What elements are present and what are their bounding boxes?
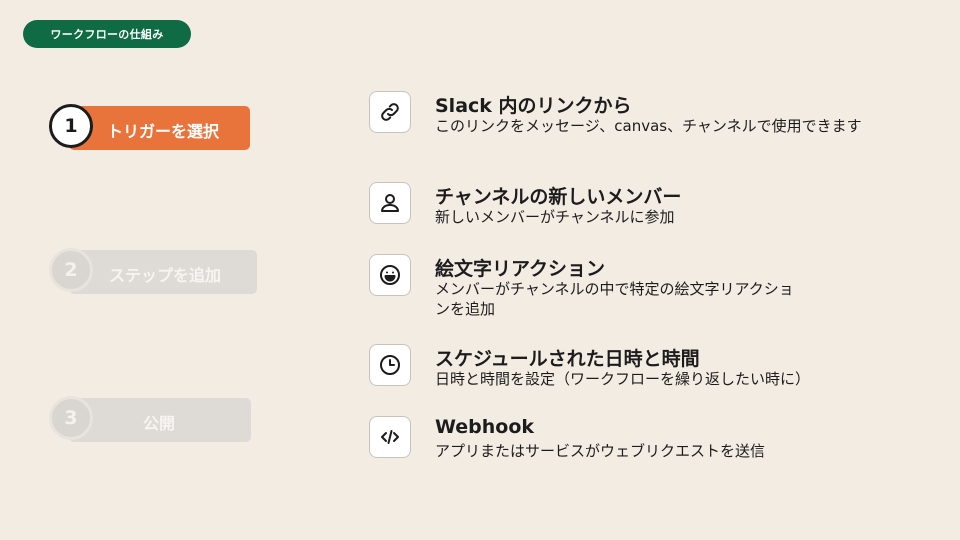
step-1-select-trigger[interactable]: 1 トリガーを選択 [49, 104, 250, 152]
emoji-icon [369, 254, 411, 296]
step-2-number: 2 [49, 248, 93, 292]
code-icon [369, 416, 411, 458]
option-title: Webhook [435, 416, 535, 438]
step-1-label: トリガーを選択 [107, 122, 220, 141]
option-description: 新しいメンバーがチャンネルに参加 [435, 208, 675, 226]
link-icon [369, 91, 411, 133]
option-description: メンバーがチャンネルの中で特定の絵文字リアクションを追加 [435, 280, 794, 318]
option-title: 絵文字リアクション [435, 258, 606, 280]
step-3-publish[interactable]: 3 公開 [49, 396, 254, 444]
option-description: このリンクをメッセージ、canvas、チャンネルで使用できます [435, 117, 862, 135]
clock-icon [369, 344, 411, 386]
step-2-add-step[interactable]: 2 ステップを追加 [49, 248, 259, 296]
step-1-number: 1 [49, 104, 93, 148]
option-title: チャンネルの新しいメンバー [435, 186, 682, 208]
step-2-label: ステップを追加 [109, 266, 222, 285]
step-3-number: 3 [49, 396, 93, 440]
user-icon [369, 182, 411, 224]
step-3-label: 公開 [143, 414, 176, 433]
option-title: スケジュールされた日時と時間 [435, 348, 700, 370]
option-description: アプリまたはサービスがウェブリクエストを送信 [435, 442, 766, 460]
section-tag: ワークフローの仕組み [23, 20, 191, 48]
option-title: Slack 内のリンクから [435, 95, 632, 117]
option-description: 日時と時間を設定（ワークフローを繰り返したい時に） [435, 370, 811, 388]
